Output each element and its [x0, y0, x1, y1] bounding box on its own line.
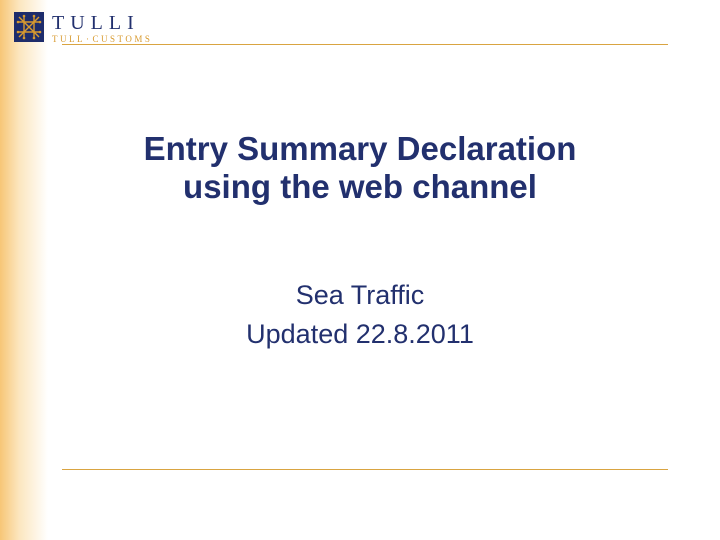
logo-text: TULLI TULL·CUSTOMS — [52, 12, 152, 44]
logo: TULLI TULL·CUSTOMS — [14, 12, 668, 44]
subtitle-line-1: Sea Traffic — [60, 276, 660, 315]
slide-title: Entry Summary Declaration using the web … — [60, 130, 660, 206]
slide-subtitle: Sea Traffic Updated 22.8.2011 — [60, 276, 660, 354]
logo-main-text: TULLI — [52, 13, 152, 33]
logo-sub-text: TULL·CUSTOMS — [52, 35, 152, 44]
sidebar-gradient — [0, 0, 48, 540]
header-divider — [62, 44, 668, 45]
subtitle-line-2: Updated 22.8.2011 — [60, 315, 660, 354]
title-line-1: Entry Summary Declaration — [60, 130, 660, 168]
title-line-2: using the web channel — [60, 168, 660, 206]
logo-mark-icon — [14, 12, 44, 42]
slide-content: Entry Summary Declaration using the web … — [60, 130, 660, 354]
footer-divider — [62, 469, 668, 470]
header: TULLI TULL·CUSTOMS — [14, 12, 668, 52]
